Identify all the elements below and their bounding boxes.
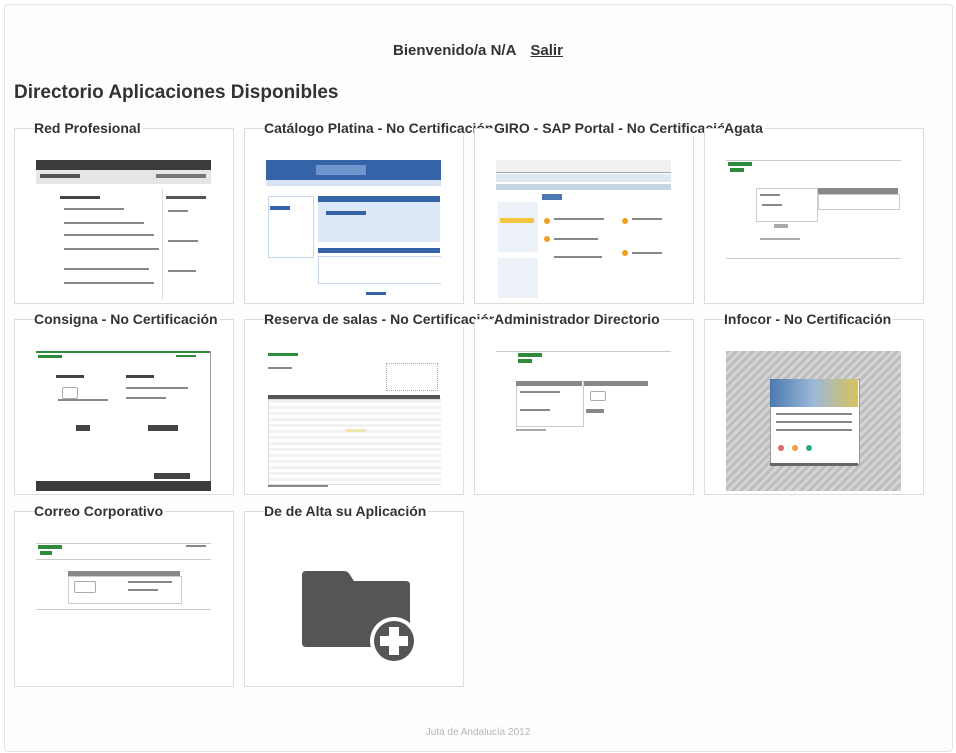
app-screenshot-thumbnail — [36, 351, 211, 491]
app-screenshot-thumbnail — [266, 160, 441, 300]
app-tile-giro-sap-portal[interactable]: GIRO - SAP Portal - No Certificación — [474, 120, 737, 304]
app-tile-title: Reserva de salas - No Certificación — [264, 311, 500, 327]
app-tile-infocor[interactable]: Infocor - No Certificación — [704, 311, 924, 495]
app-tile-catalogo-platina[interactable]: Catálogo Platina - No Certificación — [244, 120, 496, 304]
app-tile-red-profesional[interactable]: Red Profesional — [14, 120, 234, 304]
app-tile-consigna[interactable]: Consigna - No Certificación — [14, 311, 234, 495]
app-tile-title: Infocor - No Certificación — [724, 311, 894, 327]
app-screenshot-thumbnail — [36, 543, 211, 683]
app-tile-title: Correo Corporativo — [34, 503, 166, 519]
app-screenshot-thumbnail — [266, 351, 441, 491]
app-tile-agata[interactable]: Agata — [704, 120, 924, 304]
app-tile-title: Agata — [724, 120, 765, 136]
app-tile-title: Catálogo Platina - No Certificación — [264, 120, 496, 136]
app-tile-reserva-de-salas[interactable]: Reserva de salas - No Certificación — [244, 311, 500, 495]
app-screenshot-thumbnail — [36, 160, 211, 300]
logout-link[interactable]: Salir — [530, 42, 563, 59]
folder-plus-icon[interactable] — [266, 543, 441, 683]
app-tile-title: GIRO - SAP Portal - No Certificación — [494, 120, 737, 136]
welcome-bar: Bienvenido/a N/A Salir — [0, 42, 956, 59]
welcome-text: Bienvenido/a N/A — [393, 42, 517, 59]
page-title: Directorio Aplicaciones Disponibles — [14, 82, 339, 103]
app-tile-title: Red Profesional — [34, 120, 143, 136]
app-tile-title: Administrador Directorio — [494, 311, 662, 327]
app-tile-title: De de Alta su Aplicación — [264, 503, 429, 519]
footer-copyright: Juta de Andalucía 2012 — [425, 727, 531, 738]
app-tile-title: Consigna - No Certificación — [34, 311, 220, 327]
app-screenshot-thumbnail — [496, 160, 671, 300]
app-screenshot-thumbnail — [726, 160, 901, 300]
app-tile-administrador-directorio[interactable]: Administrador Directorio — [474, 311, 694, 495]
app-tile-add-application[interactable]: De de Alta su Aplicación — [244, 503, 464, 687]
app-tile-correo-corporativo[interactable]: Correo Corporativo — [14, 503, 234, 687]
app-screenshot-thumbnail — [726, 351, 901, 491]
app-screenshot-thumbnail — [496, 351, 671, 491]
